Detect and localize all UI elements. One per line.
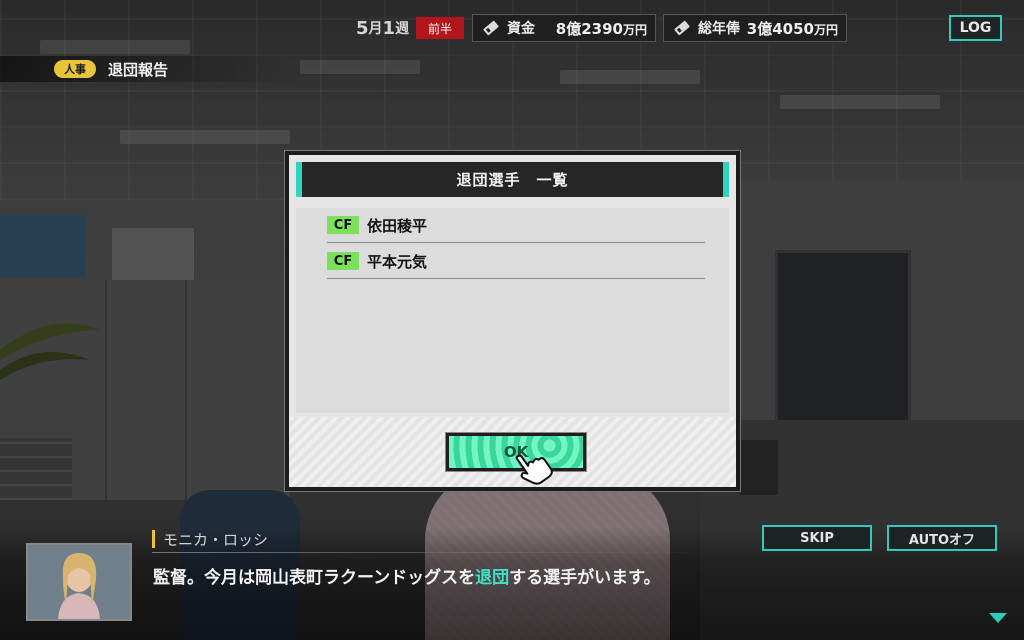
list-item[interactable]: CF 依田稜平 [327,208,705,243]
auto-toggle-button[interactable]: AUTOオフ [887,525,997,551]
payroll-value: 3億4050万円 [747,18,838,39]
position-badge: CF [327,216,359,234]
player-name: 依田稜平 [367,216,428,235]
category-pill: 人事 [54,60,96,78]
player-name: 平本元気 [367,252,428,271]
hand-pointer-icon [515,454,553,485]
half-badge: 前半 [416,17,464,39]
payroll-label: 総年俸 [698,21,740,37]
payroll-unit: 万円 [813,22,838,37]
funds-amount: 8億2390 [555,19,623,38]
event-title: 退団報告 [108,60,169,79]
month-suffix: 月 [368,21,383,37]
funds-value: 8億2390万円 [556,18,647,39]
speaker-tag: モニカ・ロッシ [152,529,268,549]
message-keyword: 退団 [475,568,510,588]
message-text: 監督。今月は岡山表町ラクーンドッグスを [153,568,476,588]
week-suffix: 週 [395,21,410,37]
card-icon [672,18,692,38]
speaker-portrait [26,543,132,621]
triangle-down-icon[interactable] [988,612,1008,624]
dialog-title: 退団選手 一覧 [456,171,569,189]
payroll-display: 総年俸 3億4050万円 [663,14,847,42]
funds-display: 資金 8億2390万円 [472,14,656,42]
speaker-name: モニカ・ロッシ [163,530,269,549]
funds-label: 資金 [507,21,535,37]
week-number: 1 [382,17,396,39]
event-category-bar: 人事 退団報告 [0,56,300,82]
list-item[interactable]: CF 平本元気 [327,244,705,279]
speaker-divider [152,552,712,553]
speaker-marker [152,530,155,548]
dialog-header: 退団選手 一覧 [296,162,729,197]
departing-players-dialog: 退団選手 一覧 CF 依田稜平 CF 平本元気 OK [284,150,741,492]
dialogue-message: 監督。今月は岡山表町ラクーンドッグスを退団する選手がいます。 [153,563,660,588]
game-date: 5月1週 [356,16,409,40]
dialog-footer: OK [289,417,736,487]
card-icon [481,18,501,38]
month-number: 5 [356,17,369,39]
skip-button[interactable]: SKIP [762,525,872,551]
log-button[interactable]: LOG [949,15,1002,41]
message-text: する選手がいます。 [509,568,661,588]
payroll-amount: 3億4050 [746,19,814,38]
funds-unit: 万円 [622,22,647,37]
player-list: CF 依田稜平 CF 平本元気 [296,208,729,413]
position-badge: CF [327,252,359,270]
